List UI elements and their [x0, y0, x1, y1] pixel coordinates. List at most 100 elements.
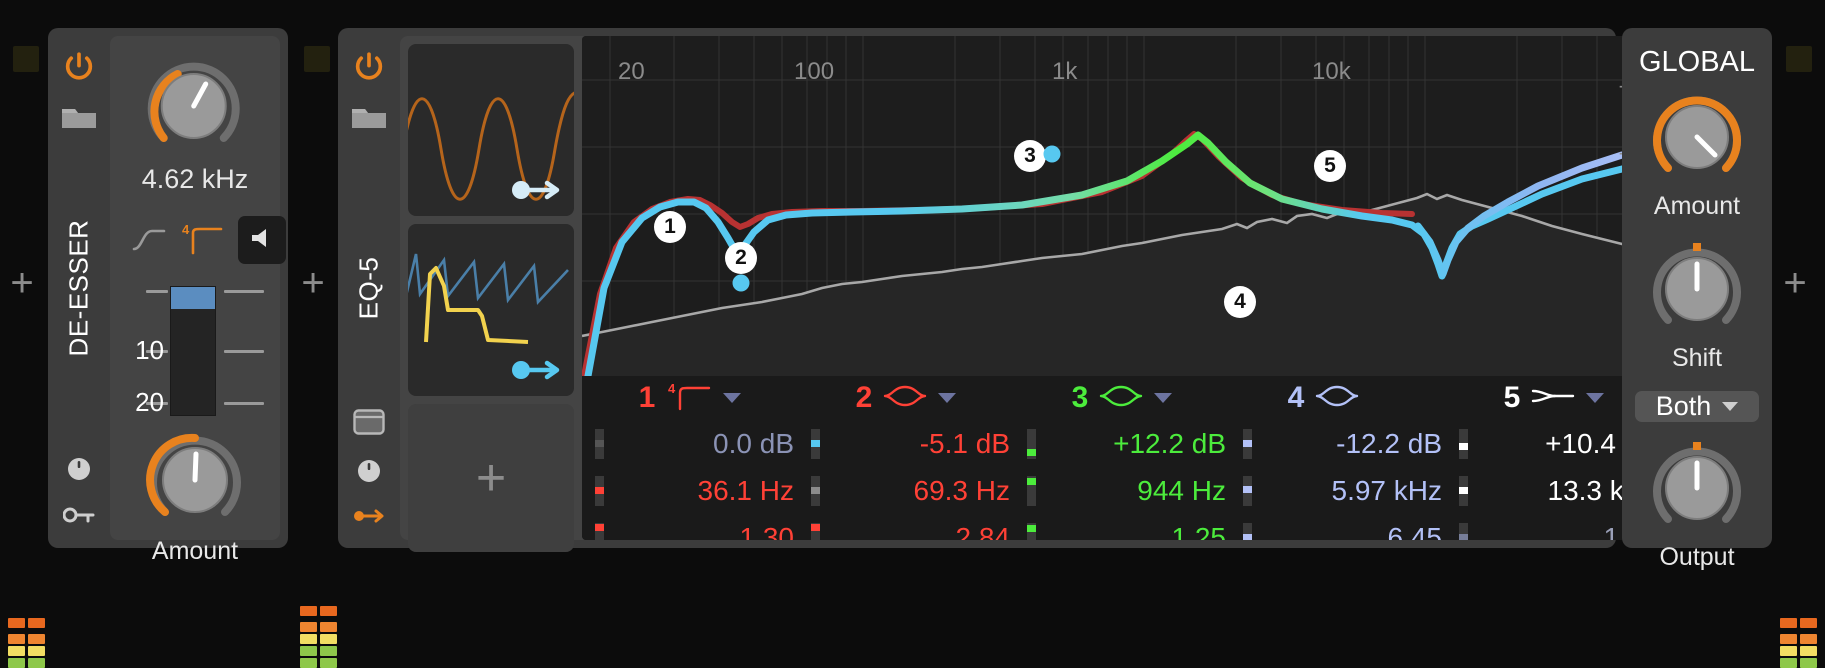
band-gain-modbar-1[interactable] [595, 428, 604, 459]
band-header-4[interactable]: 4 [1230, 376, 1446, 420]
knob-graphic[interactable] [143, 428, 247, 532]
band-frequency-value-4: 5.97 kHz [1331, 474, 1443, 506]
rack-slot-right: + [1772, 0, 1825, 668]
bell-icon[interactable] [1315, 383, 1359, 414]
band-q-row-3[interactable]: 1.25 [1014, 514, 1230, 540]
add-module-left-button[interactable]: + [5, 263, 39, 303]
band-shape-dropdown-3[interactable] [1154, 393, 1173, 403]
band-frequency-modbar-3[interactable] [1027, 475, 1036, 506]
eq-mod-handle-3[interactable] [1043, 145, 1061, 163]
add-module-mid-button[interactable]: + [296, 263, 330, 303]
band-frequency-row-4[interactable]: 5.97 kHz [1230, 467, 1446, 514]
folder-icon[interactable] [351, 103, 387, 136]
power-icon[interactable] [352, 50, 386, 89]
window-icon[interactable] [353, 409, 385, 440]
knob-graphic[interactable] [1647, 438, 1747, 538]
eq-frequency-response-chart[interactable] [582, 36, 1662, 376]
band-q-modbar-3[interactable] [1027, 522, 1036, 540]
band-number-4: 4 [1287, 381, 1305, 414]
band-q-modbar-4[interactable] [1243, 522, 1252, 540]
band-q-modbar-5[interactable] [1459, 522, 1468, 540]
band-gain-row-1[interactable]: 0.0 dB [582, 420, 798, 467]
band-frequency-row-3[interactable]: 944 Hz [1014, 467, 1230, 514]
global-title: GLOBAL [1638, 46, 1756, 78]
knob-graphic[interactable] [1647, 87, 1747, 187]
band-frequency-modbar-4[interactable] [1243, 475, 1252, 506]
highpass-4th-order-icon[interactable]: 4 [180, 221, 224, 260]
band-q-row-1[interactable]: 1.30 [582, 514, 798, 540]
route-icon[interactable] [512, 359, 560, 386]
band-gain-modbar-2[interactable] [811, 428, 820, 459]
band-frequency-modbar-2[interactable] [811, 475, 820, 506]
bell-icon[interactable] [883, 383, 927, 414]
eq-node-2[interactable]: 2 [725, 242, 757, 274]
band-q-modbar-1[interactable] [595, 522, 604, 540]
band-q-row-2[interactable]: 2.84 [798, 514, 1014, 540]
mid-chip [304, 46, 330, 72]
highpass-4th-order-icon[interactable]: 4 [666, 381, 712, 416]
knob-icon[interactable] [66, 456, 92, 487]
global-shift-knob[interactable]: Shift [1647, 239, 1747, 373]
eq-display: 20 100 1k 10k +20 +10 -10 -20 1 2 3 4 5 … [582, 36, 1662, 540]
power-icon[interactable] [62, 50, 96, 89]
band-gain-row-4[interactable]: -12.2 dB [1230, 420, 1446, 467]
eq-node-5[interactable]: 5 [1314, 150, 1346, 182]
eq-node-4[interactable]: 4 [1224, 286, 1256, 318]
band-header-1[interactable]: 14 [582, 376, 798, 420]
gain-reduction-meter[interactable]: 10 20 [135, 286, 298, 417]
deesser-module: DE-ESSER 4.62 kHz 4 10 20 Amount [48, 28, 288, 565]
band-gain-row-2[interactable]: -5.1 dB [798, 420, 1014, 467]
deesser-frequency-knob[interactable]: 4.62 kHz [142, 54, 249, 195]
band-shape-dropdown-1[interactable] [723, 393, 742, 403]
global-amount-label: Amount [1653, 192, 1741, 220]
deesser-amount-knob[interactable]: Amount [143, 428, 247, 566]
modulator-sine-tile[interactable] [408, 44, 574, 216]
band-gain-value-1: 0.0 dB [713, 427, 794, 459]
deesser-body: 4.62 kHz 4 10 20 Amount [110, 36, 286, 565]
knob-graphic[interactable] [1647, 239, 1747, 339]
eq5-body: + 20 100 1k 10k 1 2 3 4 5 1 4 0.0 dB 36.… [400, 36, 1662, 552]
route-icon[interactable] [512, 179, 560, 206]
key-icon[interactable] [62, 505, 95, 530]
band-column-3: 3 +12.2 dB 944 Hz 1.25 [1014, 376, 1230, 540]
left-chip [13, 46, 39, 72]
freq-tick-20: 20 [618, 58, 645, 85]
band-gain-modbar-5[interactable] [1459, 428, 1468, 459]
band-frequency-row-1[interactable]: 36.1 Hz [582, 467, 798, 514]
add-modulator-tile[interactable]: + [408, 404, 574, 552]
global-output-label: Output [1659, 543, 1735, 571]
eq-node-1[interactable]: 1 [654, 211, 686, 243]
deesser-rail: DE-ESSER [48, 28, 110, 548]
route-icon[interactable] [353, 507, 385, 530]
band-number-2: 2 [855, 381, 873, 414]
deesser-output-meter [300, 606, 337, 668]
envelope-follower-tile[interactable] [408, 224, 574, 396]
band-q-modbar-2[interactable] [811, 522, 820, 540]
deesser-listen-button[interactable] [238, 216, 286, 264]
bell-icon[interactable] [1099, 383, 1143, 414]
eq-node-3[interactable]: 3 [1014, 140, 1046, 172]
band-header-3[interactable]: 3 [1014, 376, 1230, 420]
band-shape-dropdown-5[interactable] [1586, 393, 1605, 403]
knob-graphic[interactable] [142, 54, 249, 158]
eq-mod-handle-2[interactable] [732, 274, 750, 292]
band-q-row-4[interactable]: 6.45 [1230, 514, 1446, 540]
band-gain-modbar-3[interactable] [1027, 428, 1036, 459]
band-frequency-modbar-5[interactable] [1459, 475, 1468, 506]
band-shape-dropdown-2[interactable] [938, 393, 957, 403]
global-amount-knob[interactable]: Amount [1647, 87, 1747, 221]
global-mode-select[interactable]: Both [1635, 391, 1759, 422]
freq-tick-1k: 1k [1052, 58, 1078, 85]
global-output-knob[interactable]: Output [1647, 438, 1747, 572]
plugin-window: + DE-ESSER 4.62 kHz 4 10 20 Amount + EQ-… [0, 0, 1825, 668]
lowpass-slope-icon[interactable] [132, 224, 166, 257]
band-gain-modbar-4[interactable] [1243, 428, 1252, 459]
high-shelf-icon[interactable] [1531, 383, 1575, 414]
band-gain-row-3[interactable]: +12.2 dB [1014, 420, 1230, 467]
add-module-right-button[interactable]: + [1778, 263, 1812, 303]
band-header-2[interactable]: 2 [798, 376, 1014, 420]
folder-icon[interactable] [61, 103, 97, 136]
knob-icon[interactable] [356, 458, 382, 489]
band-frequency-modbar-1[interactable] [595, 475, 604, 506]
band-frequency-row-2[interactable]: 69.3 Hz [798, 467, 1014, 514]
